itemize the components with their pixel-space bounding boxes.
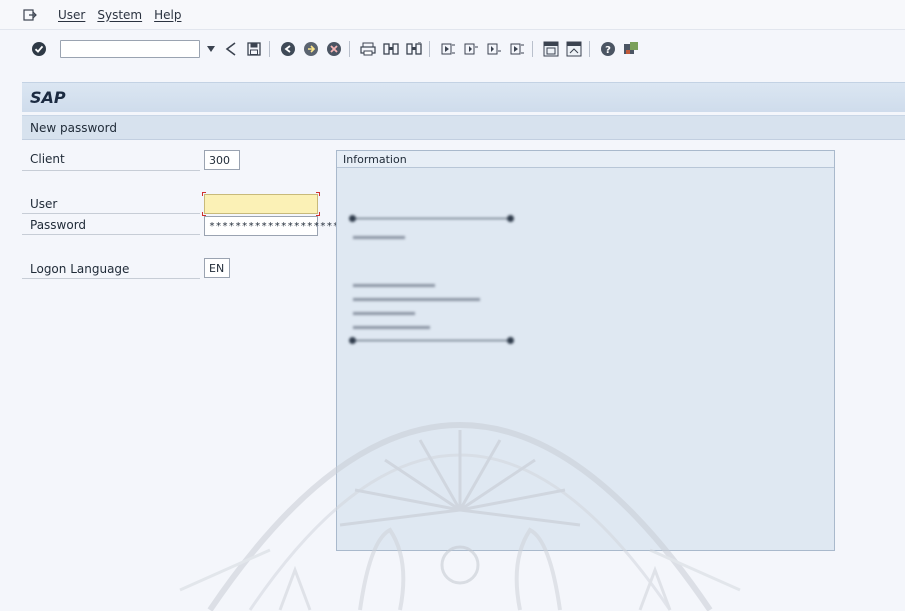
user-label: User (30, 197, 58, 211)
first-page-icon[interactable] (438, 39, 458, 59)
password-mask: ******************** (209, 220, 340, 232)
screen-title-bar: New password (22, 115, 905, 140)
field-underline (22, 213, 200, 214)
information-panel: Information (336, 150, 835, 551)
logon-language-label: Logon Language (30, 262, 130, 276)
toolbar-separator (589, 41, 590, 57)
focus-indicator (202, 192, 206, 196)
standard-toolbar: ? (0, 36, 905, 62)
password-label: Password (30, 218, 87, 232)
command-field[interactable] (60, 40, 200, 58)
redacted-text-line (349, 323, 434, 329)
menu-exit-icon[interactable] (22, 7, 38, 23)
information-content (349, 211, 514, 355)
info-divider (349, 215, 514, 223)
next-page-icon[interactable] (484, 39, 504, 59)
toolbar-separator (349, 41, 350, 57)
print-icon[interactable] (358, 39, 378, 59)
cancel-icon[interactable] (324, 39, 344, 59)
customize-layout-icon[interactable] (621, 39, 641, 59)
client-label: Client (30, 152, 65, 166)
field-underline (22, 170, 200, 171)
back-icon[interactable] (221, 39, 241, 59)
logon-language-field[interactable]: EN (204, 258, 230, 278)
help-icon[interactable]: ? (598, 39, 618, 59)
field-underline (22, 278, 200, 279)
menu-user[interactable]: User (58, 8, 85, 22)
password-field[interactable]: ******************** (204, 216, 339, 236)
screen-title: New password (30, 120, 117, 135)
chevron-down-icon[interactable] (204, 40, 218, 58)
redacted-text-line (349, 281, 439, 287)
client-field[interactable]: 300 (204, 150, 240, 170)
menu-bar: User System Help (0, 0, 905, 30)
back-nav-icon[interactable] (278, 39, 298, 59)
exit-icon[interactable] (301, 39, 321, 59)
enter-icon[interactable] (30, 40, 48, 58)
redacted-text-line (349, 295, 484, 301)
shortcut-icon[interactable] (564, 39, 584, 59)
redacted-text-line (349, 233, 409, 239)
svg-text:?: ? (605, 45, 611, 56)
redacted-text-line (349, 309, 419, 315)
previous-page-icon[interactable] (461, 39, 481, 59)
create-session-icon[interactable] (541, 39, 561, 59)
info-divider (349, 337, 514, 345)
toolbar-separator (429, 41, 430, 57)
find-icon[interactable] (381, 39, 401, 59)
toolbar-separator (532, 41, 533, 57)
find-next-icon[interactable] (404, 39, 424, 59)
last-page-icon[interactable] (507, 39, 527, 59)
focus-indicator (316, 192, 320, 196)
save-icon[interactable] (244, 39, 264, 59)
application-title-bar: SAP (22, 82, 905, 112)
information-title: Information (337, 151, 834, 168)
field-underline (22, 234, 200, 235)
toolbar-separator (269, 41, 270, 57)
user-field[interactable] (204, 194, 318, 214)
app-title: SAP (30, 88, 66, 107)
menu-help[interactable]: Help (154, 8, 181, 22)
menu-system[interactable]: System (97, 8, 142, 22)
